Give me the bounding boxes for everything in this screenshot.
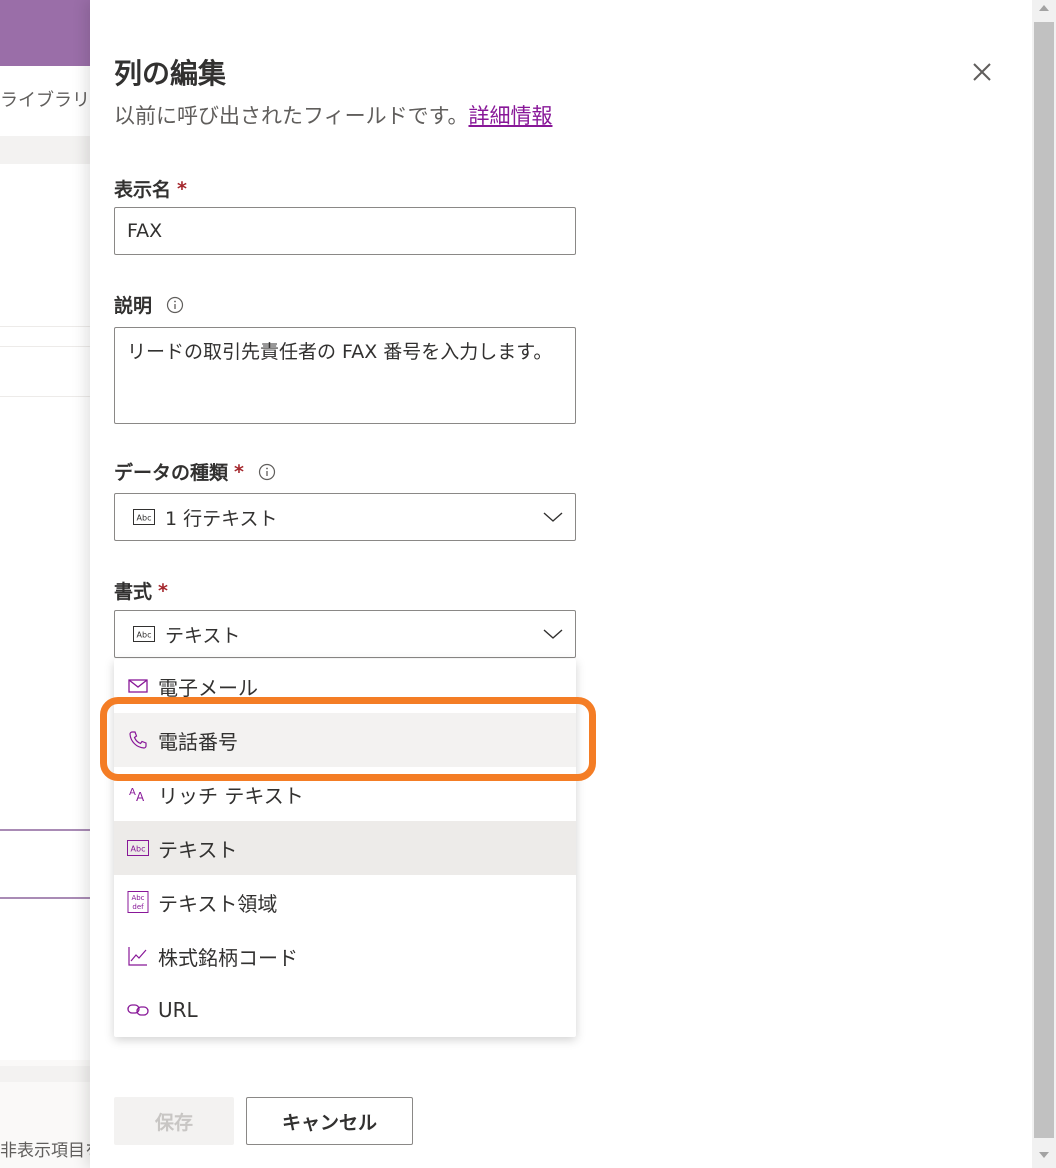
display-name-label: 表示名 * (114, 175, 187, 202)
learn-more-link[interactable]: 詳細情報 (468, 104, 552, 128)
required-marker: * (177, 177, 187, 200)
menu-item-text[interactable]: Abc テキスト (114, 821, 576, 875)
menu-item-stock-symbol[interactable]: 株式銘柄コード (114, 929, 576, 983)
menu-item-label: テキスト (158, 837, 238, 862)
stock-chart-icon (127, 945, 149, 967)
panel-subtitle: 以前に呼び出されたフィールドです。詳細情報 (114, 100, 552, 130)
svg-text:A: A (136, 790, 145, 803)
background-divider (0, 346, 92, 347)
text-icon: Abc (127, 837, 149, 859)
svg-text:Abc: Abc (131, 845, 146, 854)
link-icon (127, 999, 149, 1021)
rich-text-icon: AA (127, 783, 149, 805)
background-header (0, 0, 92, 66)
background-band (0, 1066, 92, 1082)
menu-item-url[interactable]: URL (114, 983, 576, 1037)
required-marker: * (234, 460, 244, 483)
menu-item-email[interactable]: 電子メール (114, 659, 576, 713)
format-value: テキスト (165, 624, 241, 647)
close-icon[interactable] (966, 56, 998, 88)
svg-text:def: def (132, 903, 144, 911)
menu-item-phone[interactable]: 電話番号 (114, 713, 576, 767)
text-icon: Abc (133, 509, 155, 525)
display-name-input[interactable]: FAX (114, 207, 576, 255)
subtitle-text: 以前に呼び出されたフィールドです。 (114, 104, 469, 128)
description-label-text: 説明 (114, 295, 153, 317)
info-icon[interactable] (166, 296, 184, 314)
data-type-label-text: データの種類 (114, 462, 229, 484)
format-dropdown[interactable]: Abc テキスト (114, 610, 576, 658)
background-page: ライブラリ 非表示項目を (0, 0, 92, 1168)
data-type-value: 1 行テキスト (165, 507, 278, 530)
background-band (0, 136, 92, 164)
panel-title: 列の編集 (114, 57, 227, 90)
svg-text:Abc: Abc (137, 514, 152, 523)
save-button[interactable]: 保存 (114, 1097, 234, 1145)
data-type-label: データの種類 * (114, 458, 276, 485)
svg-text:Abc: Abc (131, 894, 144, 902)
chevron-down-icon (543, 512, 563, 522)
chevron-up-down-icon (543, 629, 563, 639)
description-textarea[interactable]: リードの取引先責任者の FAX 番号を入力します。 (114, 327, 576, 424)
menu-item-text-area[interactable]: Abc def テキスト領域 (114, 875, 576, 929)
format-label-text: 書式 (114, 581, 153, 603)
menu-item-label: 株式銘柄コード (158, 945, 298, 970)
required-marker: * (158, 579, 168, 602)
background-divider (0, 396, 92, 397)
format-label: 書式 * (114, 577, 168, 604)
menu-item-label: リッチ テキスト (158, 783, 304, 808)
background-nav-text: ライブラリ (0, 90, 90, 111)
mail-icon (127, 675, 149, 697)
scroll-down-arrow-icon[interactable] (1039, 1152, 1049, 1158)
info-icon[interactable] (258, 463, 276, 481)
scrollbar-thumb[interactable] (1034, 22, 1054, 1138)
scroll-up-arrow-icon[interactable] (1039, 5, 1049, 11)
menu-item-label: URL (158, 998, 198, 1022)
menu-item-label: 電話番号 (158, 729, 238, 754)
display-name-label-text: 表示名 (114, 179, 172, 201)
svg-text:Abc: Abc (137, 631, 152, 640)
cancel-button[interactable]: キャンセル (246, 1097, 413, 1145)
edit-column-panel: 列の編集 以前に呼び出されたフィールドです。詳細情報 表示名 * FAX 説明 … (90, 0, 1032, 1168)
text-area-icon: Abc def (127, 891, 149, 913)
menu-item-label: テキスト領域 (158, 891, 278, 916)
background-card (0, 164, 92, 1060)
menu-item-rich-text[interactable]: AA リッチ テキスト (114, 767, 576, 821)
format-menu: 電子メール 電話番号 AA リッチ テキスト Abc テキスト Abc def テ… (114, 659, 576, 1037)
background-footer-text: 非表示項目を (0, 1141, 92, 1161)
phone-icon (127, 729, 149, 751)
scrollbar[interactable] (1032, 0, 1056, 1168)
svg-text:A: A (129, 787, 136, 798)
background-divider (0, 829, 92, 831)
menu-item-label: 電子メール (158, 675, 258, 700)
data-type-dropdown[interactable]: Abc 1 行テキスト (114, 493, 576, 541)
background-divider (0, 897, 92, 899)
background-divider (0, 326, 92, 327)
description-label: 説明 (114, 291, 184, 318)
text-icon: Abc (133, 626, 155, 642)
